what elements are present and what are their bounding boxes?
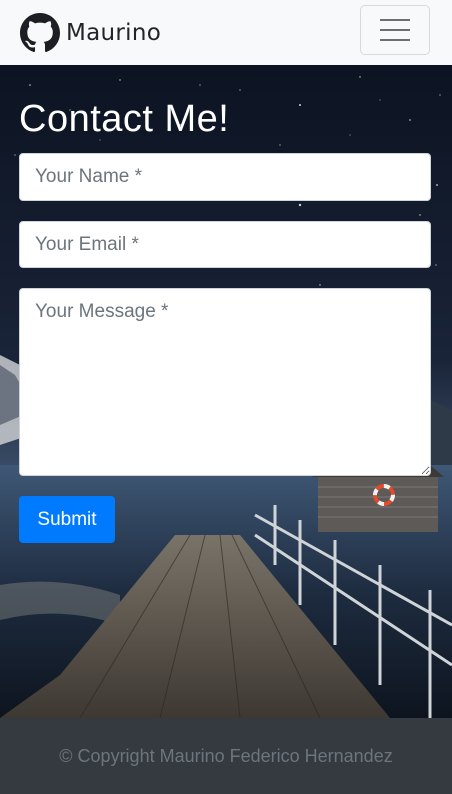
hamburger-menu-icon — [380, 19, 410, 21]
page-title: Contact Me! — [19, 98, 230, 140]
github-icon — [20, 12, 60, 52]
footer: © Copyright Maurino Federico Hernandez — [0, 718, 452, 794]
hamburger-menu-icon-bar — [380, 29, 410, 31]
contact-section: Contact Me! Submit — [0, 65, 452, 718]
name-input[interactable] — [19, 153, 431, 201]
hamburger-menu-icon-bar — [380, 39, 410, 41]
navbar-toggle-button[interactable] — [360, 5, 430, 55]
copyright-text: © Copyright Maurino Federico Hernandez — [59, 745, 393, 766]
email-input[interactable] — [19, 221, 431, 268]
brand-name: Maurino — [66, 19, 162, 46]
navbar: Maurino — [0, 0, 452, 65]
submit-button[interactable]: Submit — [19, 496, 115, 543]
message-textarea[interactable] — [19, 288, 431, 476]
brand-link[interactable]: Maurino — [20, 12, 162, 53]
